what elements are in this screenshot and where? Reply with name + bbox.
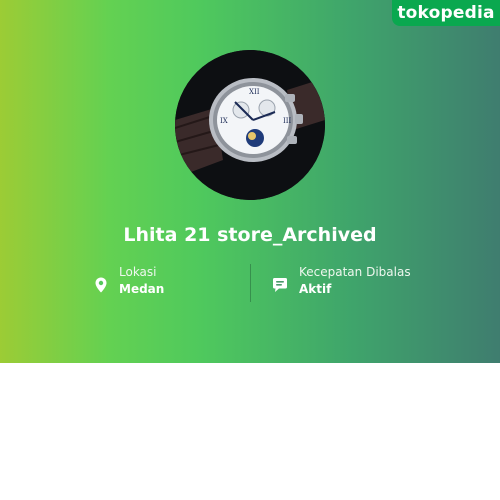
- response-value: Aktif: [299, 282, 332, 296]
- chat-bubble-icon: [273, 278, 287, 292]
- location-label: Lokasi: [119, 265, 157, 279]
- location-pin-icon: [95, 277, 107, 293]
- logo-text: tokopedia: [397, 3, 495, 23]
- store-avatar: XII III IX: [175, 50, 325, 200]
- store-location: Lokasi Medan: [92, 262, 242, 302]
- tokopedia-logo[interactable]: tokopedia: [392, 0, 500, 26]
- info-divider: [250, 264, 251, 302]
- svg-text:IX: IX: [220, 117, 228, 125]
- svg-text:III: III: [283, 117, 292, 125]
- store-header-banner: tokopedia XII III IX Lhita 21 store_Arch…: [0, 0, 500, 363]
- store-name: Lhita 21 store_Archived: [123, 224, 377, 246]
- wristwatch-image: XII III IX: [175, 50, 325, 200]
- response-label: Kecepatan Dibalas: [299, 265, 411, 279]
- location-value: Medan: [119, 282, 165, 296]
- response-speed: Kecepatan Dibalas Aktif: [271, 262, 471, 302]
- svg-text:XII: XII: [249, 88, 260, 96]
